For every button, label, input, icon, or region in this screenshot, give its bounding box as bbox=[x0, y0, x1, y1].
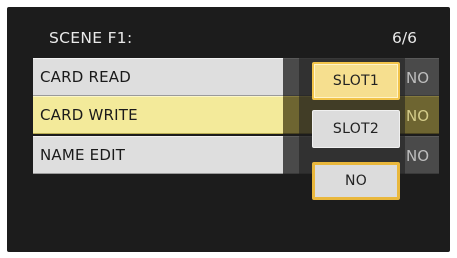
menu-item-value: NO bbox=[405, 69, 429, 87]
page-indicator: 6/6 bbox=[392, 29, 417, 47]
popup-option-no[interactable]: NO bbox=[312, 162, 400, 200]
menu-item-value: NO bbox=[405, 107, 429, 125]
menu-item-label: NAME EDIT bbox=[40, 146, 126, 164]
popup-option-slot1[interactable]: SLOT1 bbox=[312, 62, 400, 100]
menu-header: SCENE F1: 6/6 bbox=[7, 7, 450, 60]
menu-item-label: CARD READ bbox=[40, 68, 131, 86]
popup-option-slot2[interactable]: SLOT2 bbox=[312, 110, 400, 148]
camera-menu-screen: SCENE F1: 6/6 CARD READ NO CARD WRITE NO… bbox=[7, 7, 450, 252]
scene-title: SCENE F1: bbox=[49, 29, 133, 47]
menu-item-value: NO bbox=[405, 147, 429, 165]
menu-item-label: CARD WRITE bbox=[40, 106, 138, 124]
